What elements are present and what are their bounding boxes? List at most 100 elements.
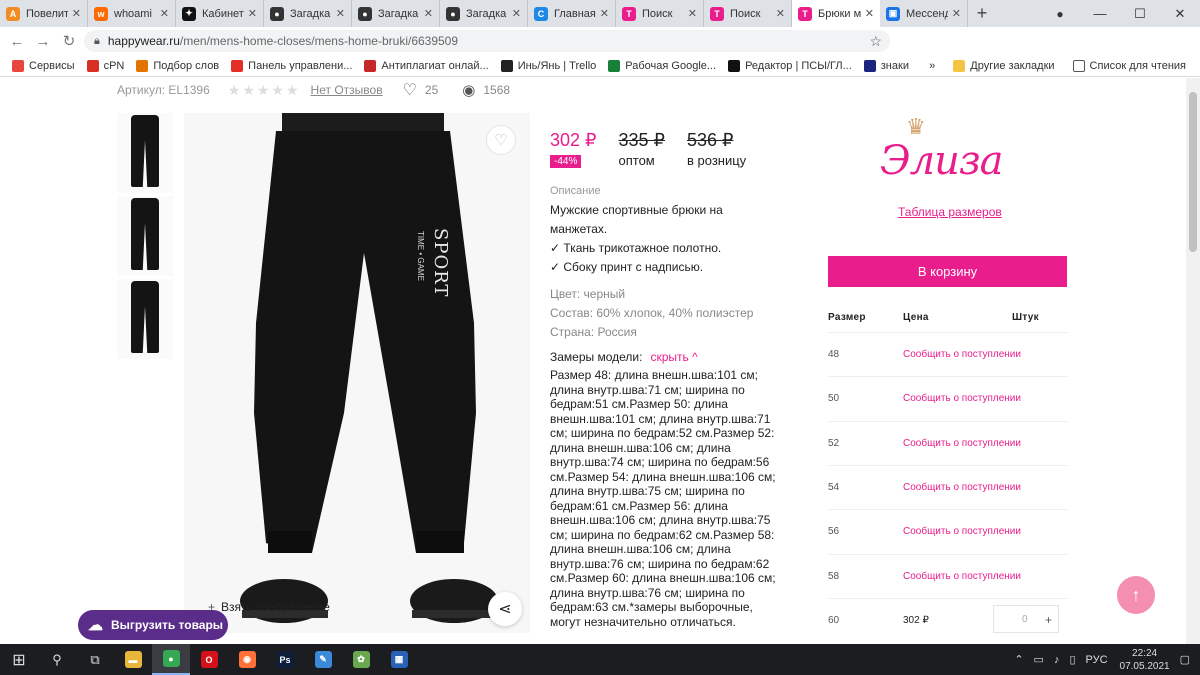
tab-close-icon[interactable]: ✕: [336, 7, 345, 20]
quantity-value[interactable]: 0: [1022, 614, 1028, 625]
notify-link[interactable]: Сообщить о поступлении: [903, 571, 1021, 582]
browser-tab[interactable]: ✦ Кабинет ✕: [176, 0, 264, 27]
tab-close-icon[interactable]: ✕: [688, 7, 697, 20]
add-to-cart-button[interactable]: В корзину: [828, 256, 1067, 287]
bookmark-item[interactable]: Панель управлени...: [231, 59, 352, 72]
rating-stars[interactable]: ★★★★★: [228, 82, 301, 99]
tab-favicon-icon: A: [6, 6, 20, 21]
tray-up-arrow-icon[interactable]: ⌃: [1014, 653, 1023, 666]
browser-tab[interactable]: T Поиск ✕: [704, 0, 792, 27]
tab-favicon-icon: T: [710, 6, 724, 21]
battery-icon[interactable]: ▯: [1069, 653, 1075, 666]
firefox-icon-glyph: ◉: [238, 651, 256, 668]
tab-close-icon[interactable]: ✕: [600, 7, 609, 20]
tab-close-icon[interactable]: ✕: [865, 7, 874, 20]
notify-link[interactable]: Сообщить о поступлении: [903, 393, 1021, 404]
tabs-container: A Повелите ✕ wwhoami ✕ ✦ Кабинет ✕ ● Загадка с ✕ ● З…: [0, 0, 968, 27]
forward-icon[interactable]: →: [30, 33, 56, 50]
notify-link[interactable]: Сообщить о поступлении: [903, 482, 1021, 493]
wishlist-heart-button[interactable]: ♡: [486, 125, 516, 155]
bookmark-item[interactable]: Редактор | ПСЫ/ГЛ...: [728, 59, 852, 72]
tab-close-icon[interactable]: ✕: [776, 7, 785, 20]
tab-close-icon[interactable]: ✕: [72, 7, 81, 20]
tab-favicon-icon: T: [798, 6, 812, 21]
tab-close-icon[interactable]: ✕: [512, 7, 521, 20]
brand-logo[interactable]: ♛ Элиза: [868, 114, 1018, 194]
browser-tab[interactable]: ▣ Мессенд ✕: [880, 0, 968, 27]
firefox-icon[interactable]: ◉: [228, 644, 266, 675]
quantity-stepper[interactable]: 0 +: [993, 605, 1059, 633]
product-thumbnail[interactable]: [117, 196, 173, 276]
like-heart-icon[interactable]: ♡: [403, 80, 417, 100]
address-bar[interactable]: 🔒︎ happywear.ru /men/mens-home-closes/me…: [84, 30, 890, 52]
browser-tab[interactable]: T Поиск ✕: [616, 0, 704, 27]
notify-link[interactable]: Сообщить о поступлении: [903, 349, 1021, 360]
size-table-link[interactable]: Таблица размеров: [898, 205, 1002, 219]
scroll-to-top-button[interactable]: ↑: [1117, 576, 1155, 614]
reviews-link[interactable]: Нет Отзывов: [311, 83, 383, 97]
bookmark-item[interactable]: cPN: [86, 59, 124, 72]
browser-tab[interactable]: w whoami ✕: [88, 0, 176, 27]
product-thumbnail[interactable]: [117, 113, 173, 193]
folder-icon: [953, 60, 966, 72]
chrome-icon[interactable]: ●: [152, 644, 190, 675]
browser-tab[interactable]: T Брюки м ✕: [792, 0, 880, 27]
chrome-profile-icon[interactable]: ●: [1040, 7, 1080, 21]
reading-list[interactable]: Список для чтения: [1072, 60, 1186, 72]
other-bookmarks[interactable]: Другие закладки: [953, 60, 1055, 72]
bookmark-star-icon[interactable]: ☆: [869, 33, 882, 50]
clock[interactable]: 22:24 07.05.2021: [1120, 647, 1170, 673]
minimize-button[interactable]: —: [1080, 6, 1120, 21]
browser-tab[interactable]: C Главная ✕: [528, 0, 616, 27]
file-explorer-icon[interactable]: ▬: [114, 644, 152, 675]
search-icon[interactable]: ⚲: [38, 644, 76, 675]
browser-tab[interactable]: A Повелите ✕: [0, 0, 88, 27]
calculator-icon[interactable]: ▦: [380, 644, 418, 675]
task-view-icon[interactable]: ⧉: [76, 644, 114, 675]
bookmark-item[interactable]: знаки: [863, 59, 909, 72]
clock-time: 22:24: [1132, 647, 1158, 659]
bookmark-label: Сервисы: [29, 59, 75, 72]
tab-close-icon[interactable]: ✕: [952, 7, 961, 20]
app-icon[interactable]: ✿: [342, 644, 380, 675]
browser-tab[interactable]: ● Загадка с ✕: [264, 0, 352, 27]
paint-icon[interactable]: ✎: [304, 644, 342, 675]
maximize-button[interactable]: ☐: [1120, 6, 1160, 22]
bookmarks-overflow-icon[interactable]: »: [929, 60, 935, 72]
quantity-plus-button[interactable]: +: [1045, 613, 1052, 627]
sizes-toggle[interactable]: скрыть ^: [650, 348, 697, 367]
browser-tab[interactable]: ● Загадка п ✕: [352, 0, 440, 27]
product-thumbnail[interactable]: [117, 279, 173, 359]
language-indicator[interactable]: РУС: [1086, 654, 1108, 666]
take-image-button[interactable]: + Взять изображение: [208, 600, 330, 614]
photoshop-icon[interactable]: Ps: [266, 644, 304, 675]
close-window-button[interactable]: ✕: [1160, 6, 1200, 22]
tab-close-icon[interactable]: ✕: [248, 7, 257, 20]
bookmark-item[interactable]: Инь/Янь | Trello: [500, 59, 596, 72]
opera-icon[interactable]: O: [190, 644, 228, 675]
description-line: ✓ Ткань трикотажное полотно.: [550, 241, 722, 255]
bookmark-item[interactable]: Сервисы: [12, 59, 75, 72]
back-icon[interactable]: ←: [4, 33, 30, 50]
volume-icon[interactable]: ♪: [1054, 654, 1060, 666]
network-icon[interactable]: ▭: [1034, 653, 1044, 666]
tab-close-icon[interactable]: ✕: [160, 7, 169, 20]
notify-link[interactable]: Сообщить о поступлении: [903, 438, 1021, 449]
bookmark-item[interactable]: Рабочая Google...: [608, 59, 716, 72]
row-size: 48: [828, 349, 840, 360]
tab-close-icon[interactable]: ✕: [424, 7, 433, 20]
upload-products-button[interactable]: ☁ Выгрузить товары: [78, 610, 228, 640]
windows-start-icon[interactable]: ⊞: [0, 644, 38, 675]
browser-tab[interactable]: ● Загадка п ✕: [440, 0, 528, 27]
bookmark-item[interactable]: Подбор слов: [136, 59, 219, 72]
bookmark-item[interactable]: Антиплагиат онлай...: [364, 59, 489, 72]
new-tab-button[interactable]: +: [968, 0, 996, 27]
product-main-image[interactable]: SPORT TIME • GAME: [184, 113, 530, 633]
notifications-icon[interactable]: ▢: [1180, 653, 1190, 666]
file-explorer-icon-glyph: ▬: [124, 651, 142, 668]
notify-link[interactable]: Сообщить о поступлении: [903, 526, 1021, 537]
crown-icon: ♛: [906, 114, 926, 139]
share-button[interactable]: ⋖: [488, 592, 522, 626]
reload-icon[interactable]: ↻: [56, 32, 82, 50]
page-scrollbar[interactable]: [1186, 78, 1200, 644]
